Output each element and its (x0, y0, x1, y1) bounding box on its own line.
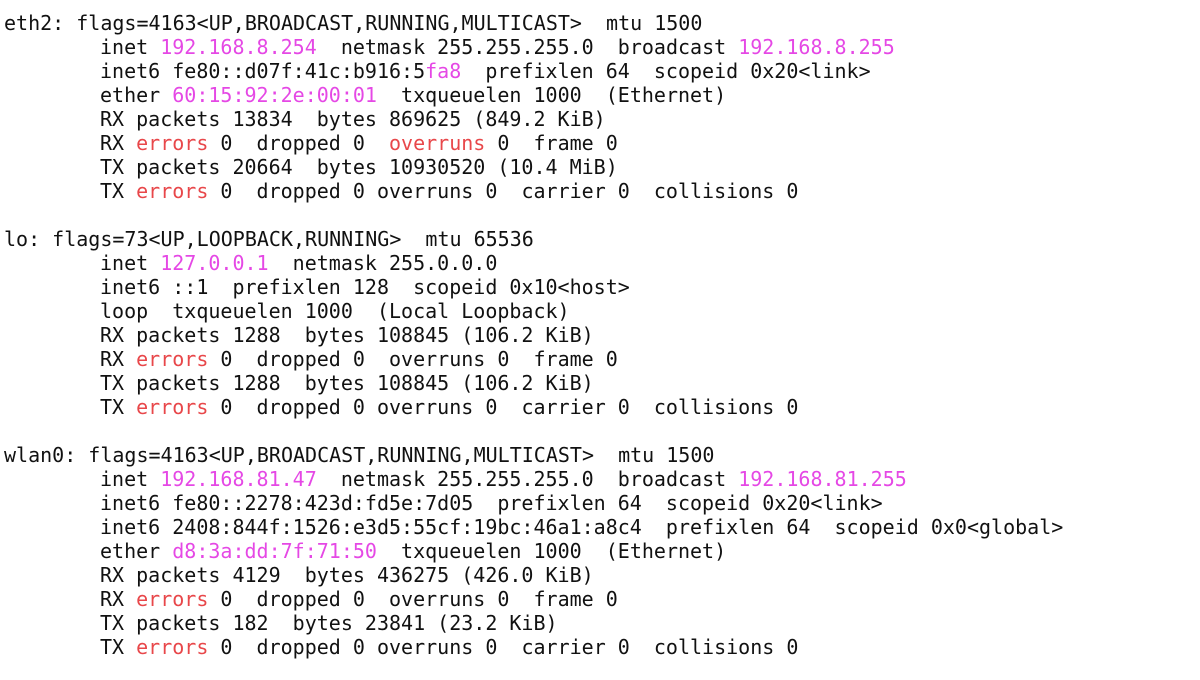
interface-block: lo: flags=73<UP,LOOPBACK,RUNNING> mtu 65… (4, 227, 1200, 419)
interface-detail-line: inet6 ::1 prefixlen 128 scopeid 0x10<hos… (4, 275, 1200, 299)
terminal-text: inet6 fe80::d07f:41c:b916:5 (100, 59, 426, 83)
interface-detail-line: TX packets 20664 bytes 10930520 (10.4 Mi… (4, 155, 1200, 179)
interface-detail-line: inet6 2408:844f:1526:e3d5:55cf:19bc:46a1… (4, 515, 1200, 539)
terminal-text: RX packets 13834 bytes 869625 (849.2 KiB… (100, 107, 606, 131)
terminal-text: 0 frame 0 (485, 131, 618, 155)
interface-detail-line: TX packets 182 bytes 23841 (23.2 KiB) (4, 611, 1200, 635)
interface-detail-line: RX packets 1288 bytes 108845 (106.2 KiB) (4, 323, 1200, 347)
error-keyword: errors (136, 635, 209, 659)
terminal-text: TX packets 1288 bytes 108845 (106.2 KiB) (100, 371, 594, 395)
interface-detail-line: RX packets 4129 bytes 436275 (426.0 KiB) (4, 563, 1200, 587)
terminal-text: 0 dropped 0 overruns 0 carrier 0 collisi… (208, 179, 799, 203)
terminal-text: wlan0: flags=4163<UP,BROADCAST,RUNNING,M… (4, 443, 715, 467)
terminal-text: RX (100, 131, 137, 155)
interface-block: eth2: flags=4163<UP,BROADCAST,RUNNING,MU… (4, 11, 1200, 203)
terminal-text: txqueuelen 1000 (Ethernet) (376, 83, 727, 107)
error-keyword: errors (136, 587, 209, 611)
terminal-text: ether (100, 83, 173, 107)
error-keyword: errors (136, 347, 209, 371)
terminal-text: 0 dropped 0 overruns 0 frame 0 (208, 347, 618, 371)
terminal-text: TX (100, 395, 137, 419)
interface-detail-line: RX errors 0 dropped 0 overruns 0 frame 0 (4, 131, 1200, 155)
interface-detail-line: loop txqueuelen 1000 (Local Loopback) (4, 299, 1200, 323)
error-keyword: errors (136, 179, 209, 203)
interface-detail-line: inet 192.168.81.47 netmask 255.255.255.0… (4, 467, 1200, 491)
error-keyword: errors (136, 395, 209, 419)
interface-detail-line: inet6 fe80::2278:423d:fd5e:7d05 prefixle… (4, 491, 1200, 515)
terminal-text: netmask 255.255.255.0 broadcast (316, 35, 739, 59)
terminal-text: TX (100, 635, 137, 659)
terminal-text: TX packets 20664 bytes 10930520 (10.4 Mi… (100, 155, 618, 179)
address-value: fa8 (425, 59, 462, 83)
interface-detail-line: inet 127.0.0.1 netmask 255.0.0.0 (4, 251, 1200, 275)
terminal-text: netmask 255.255.255.0 broadcast (316, 467, 739, 491)
interface-detail-line: inet 192.168.8.254 netmask 255.255.255.0… (4, 35, 1200, 59)
terminal-text: inet (100, 35, 161, 59)
interface-detail-line: TX packets 1288 bytes 108845 (106.2 KiB) (4, 371, 1200, 395)
interface-detail-line: ether d8:3a:dd:7f:71:50 txqueuelen 1000 … (4, 539, 1200, 563)
terminal-text: inet (100, 251, 161, 275)
address-value: 127.0.0.1 (160, 251, 269, 275)
terminal-text: 0 dropped 0 (208, 131, 389, 155)
address-value: 192.168.8.254 (160, 35, 317, 59)
address-value: 192.168.8.255 (738, 35, 895, 59)
terminal-text: TX packets 182 bytes 23841 (23.2 KiB) (100, 611, 558, 635)
address-value: 192.168.81.255 (738, 467, 907, 491)
interface-detail-line: RX packets 13834 bytes 869625 (849.2 KiB… (4, 107, 1200, 131)
terminal-text: inet6 ::1 prefixlen 128 scopeid 0x10<hos… (100, 275, 630, 299)
interface-detail-line: TX errors 0 dropped 0 overruns 0 carrier… (4, 179, 1200, 203)
interface-detail-line: inet6 fe80::d07f:41c:b916:5fa8 prefixlen… (4, 59, 1200, 83)
terminal-text: inet (100, 467, 161, 491)
terminal-text: 0 dropped 0 overruns 0 frame 0 (208, 587, 618, 611)
interface-block: wlan0: flags=4163<UP,BROADCAST,RUNNING,M… (4, 443, 1200, 659)
terminal-text: RX packets 1288 bytes 108845 (106.2 KiB) (100, 323, 594, 347)
terminal-text: 0 dropped 0 overruns 0 carrier 0 collisi… (208, 395, 799, 419)
error-keyword: errors (136, 131, 209, 155)
terminal-text: netmask 255.0.0.0 (268, 251, 498, 275)
terminal-text: RX (100, 587, 137, 611)
terminal-text: txqueuelen 1000 (Ethernet) (376, 539, 727, 563)
terminal-text: RX (100, 347, 137, 371)
terminal-text: loop txqueuelen 1000 (Local Loopback) (100, 299, 570, 323)
interface-detail-line: TX errors 0 dropped 0 overruns 0 carrier… (4, 635, 1200, 659)
terminal-text: lo: flags=73<UP,LOOPBACK,RUNNING> mtu 65… (4, 227, 534, 251)
terminal-text: inet6 fe80::2278:423d:fd5e:7d05 prefixle… (100, 491, 883, 515)
terminal-output: eth2: flags=4163<UP,BROADCAST,RUNNING,MU… (0, 0, 1200, 680)
terminal-text: TX (100, 179, 137, 203)
interface-header-line: lo: flags=73<UP,LOOPBACK,RUNNING> mtu 65… (4, 227, 1200, 251)
interface-detail-line: RX errors 0 dropped 0 overruns 0 frame 0 (4, 587, 1200, 611)
interface-detail-line: ether 60:15:92:2e:00:01 txqueuelen 1000 … (4, 83, 1200, 107)
terminal-text: eth2: flags=4163<UP,BROADCAST,RUNNING,MU… (4, 11, 703, 35)
terminal-text: RX packets 4129 bytes 436275 (426.0 KiB) (100, 563, 594, 587)
interface-header-line: eth2: flags=4163<UP,BROADCAST,RUNNING,MU… (4, 11, 1200, 35)
terminal-text: inet6 2408:844f:1526:e3d5:55cf:19bc:46a1… (100, 515, 1064, 539)
terminal-text: prefixlen 64 scopeid 0x20<link> (461, 59, 871, 83)
address-value: 192.168.81.47 (160, 467, 317, 491)
terminal-text: ether (100, 539, 173, 563)
interface-detail-line: RX errors 0 dropped 0 overruns 0 frame 0 (4, 347, 1200, 371)
address-value: 60:15:92:2e:00:01 (172, 83, 377, 107)
interface-header-line: wlan0: flags=4163<UP,BROADCAST,RUNNING,M… (4, 443, 1200, 467)
terminal-text: 0 dropped 0 overruns 0 carrier 0 collisi… (208, 635, 799, 659)
interface-detail-line: TX errors 0 dropped 0 overruns 0 carrier… (4, 395, 1200, 419)
error-keyword: overruns (389, 131, 486, 155)
address-value: d8:3a:dd:7f:71:50 (172, 539, 377, 563)
